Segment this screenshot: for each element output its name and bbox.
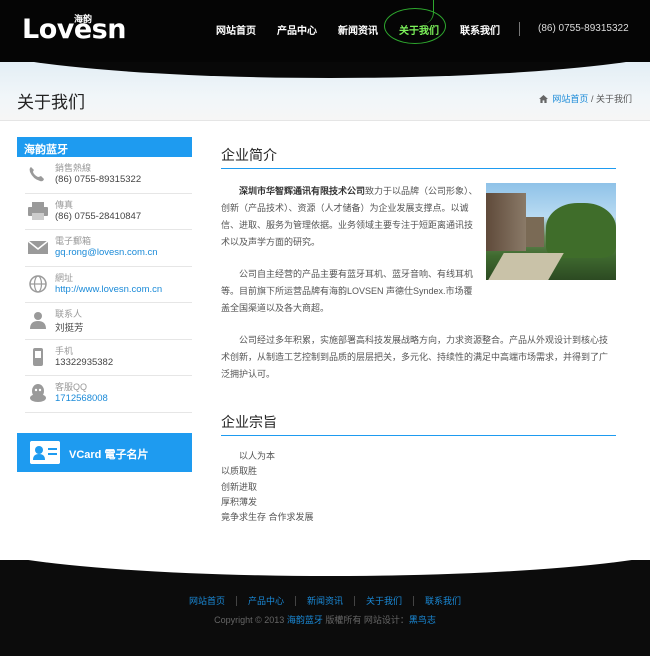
footer-nav-home[interactable]: 网站首页: [177, 596, 237, 606]
vcard-button[interactable]: VCard 電子名片: [17, 433, 192, 472]
section-title-intro: 企业简介: [221, 138, 616, 169]
vcard-label: VCard 電子名片: [69, 449, 149, 461]
tenet-item: 创新进取: [221, 481, 258, 492]
section-title-tenets: 企业宗旨: [221, 405, 616, 436]
copyright-rights: 版權所有 网站设计：: [325, 615, 409, 625]
contact-website: 網址 http://www.lovesn.com.cn: [25, 267, 192, 303]
footer-nav-contact[interactable]: 联系我们: [414, 596, 472, 606]
header-phone: (86) 0755-89315322: [538, 23, 629, 34]
fax-icon: [28, 201, 48, 220]
sidebar: 海韵蓝牙 銷售熱線 (86) 0755-89315322 傳真 (86) 075…: [17, 137, 192, 413]
contact-label: 客服QQ: [55, 382, 88, 392]
contact-label: 傳真: [55, 199, 74, 210]
contact-email: 電子郵箱 gq.rong@lovesn.com.cn: [25, 230, 192, 267]
qq-icon: [30, 384, 46, 402]
company-building-photo: [486, 183, 616, 280]
nav-news[interactable]: 新闻资讯: [338, 22, 378, 37]
breadcrumb-current: 关于我们: [595, 94, 632, 104]
footer-nav-news[interactable]: 新闻资讯: [295, 596, 355, 606]
copyright: Copyright © 2013 海韵蓝牙 版權所有 网站设计：黑鸟志: [0, 613, 650, 626]
contact-label: 網址: [55, 272, 74, 283]
nav-active-swoosh: [412, 0, 434, 24]
nav-home[interactable]: 网站首页: [216, 22, 256, 37]
designer-link[interactable]: 黑鸟志: [409, 615, 436, 625]
contact-label: 手机: [55, 345, 74, 356]
sidebar-title: 海韵蓝牙: [17, 137, 192, 157]
contact-mobile: 手机 13322935382: [25, 340, 192, 376]
page-title: 关于我们: [17, 93, 85, 112]
footer-nav-about[interactable]: 关于我们: [355, 596, 415, 606]
company-name: 深圳市华智辉通讯有限技术公司: [239, 186, 366, 196]
contact-qq: 客服QQ 1712568008: [25, 376, 192, 413]
intro-section: 深圳市华智辉通讯有限技术公司致力于以品牌（公司形象）、创新（产品技术）、资源（人…: [221, 183, 616, 383]
mail-icon: [27, 240, 49, 254]
breadcrumb-separator: /: [590, 94, 594, 104]
main-content: 企业简介 深圳市华智辉通讯有限技术公司致力于以品牌（公司形象）、创新（产品技术）…: [221, 138, 616, 525]
contact-value: 刘挺芳: [55, 323, 84, 334]
breadcrumb-home[interactable]: 网站首页: [552, 94, 588, 104]
contact-value: (86) 0755-28410847: [55, 210, 142, 222]
vcard-icon: [30, 441, 60, 464]
email-link[interactable]: gq.rong@lovesn.com.cn: [55, 247, 158, 258]
contact-sales-phone: 銷售熱線 (86) 0755-89315322: [25, 157, 192, 194]
footer-nav: 网站首页 产品中心 新闻资讯 关于我们 联系我们: [0, 594, 650, 607]
page-banner: 关于我们 网站首页 / 关于我们: [0, 62, 650, 120]
site-footer: 网站首页 产品中心 新闻资讯 关于我们 联系我们 Copyright © 2013 海韵…: [0, 560, 650, 656]
divider: [0, 120, 650, 121]
intro-paragraph-2: 公司自主经营的产品主要有蓝牙耳机、蓝牙音响、有线耳机等。目前旗下所运营品牌有海韵…: [221, 269, 474, 313]
footer-nav-products[interactable]: 产品中心: [236, 596, 296, 606]
intro-paragraph-3: 公司经过多年积累，实施部署高科技发展战略方向，力求资源整合。产品从外观设计到核心…: [221, 335, 609, 379]
qq-link[interactable]: 1712568008: [55, 393, 108, 404]
contact-label: 銷售熱線: [55, 163, 92, 173]
breadcrumb: 网站首页 / 关于我们: [538, 92, 632, 105]
tenet-item: 以质取胜: [221, 466, 258, 477]
copyright-brand-link[interactable]: 海韵蓝牙: [287, 615, 323, 625]
mobile-icon: [33, 347, 43, 366]
home-icon: [538, 95, 548, 103]
site-header: Lovesn 海韵 网站首页 产品中心 新闻资讯 关于我们 联系我们 (86) …: [0, 0, 650, 62]
contact-value: (86) 0755-89315322: [55, 174, 142, 185]
footer-wave: [0, 560, 650, 576]
user-icon: [30, 312, 46, 329]
contact-label: 联系人: [55, 309, 83, 319]
nav-divider: [519, 22, 520, 36]
contact-label: 電子郵箱: [55, 236, 92, 246]
banner-wave: [0, 62, 650, 78]
tenet-item: 厚积薄发: [221, 496, 258, 507]
globe-icon: [29, 274, 47, 293]
intro-paragraph-1: 深圳市华智辉通讯有限技术公司致力于以品牌（公司形象）、创新（产品技术）、资源（人…: [221, 183, 479, 251]
tenet-item: 以人为本: [239, 451, 276, 461]
nav-contact[interactable]: 联系我们: [460, 22, 500, 37]
website-link[interactable]: http://www.lovesn.com.cn: [55, 284, 162, 295]
contact-person: 联系人 刘挺芳: [25, 303, 192, 340]
phone-icon: [29, 167, 44, 182]
contact-value: 13322935382: [55, 356, 114, 368]
tenets-list: 以人为本 以质取胜 创新进取 厚积薄发 竟争求生存 合作求发展: [221, 449, 616, 525]
contact-fax: 傳真 (86) 0755-28410847: [25, 194, 192, 230]
copyright-prefix: Copyright © 2013: [214, 615, 285, 625]
tenet-item: 竟争求生存 合作求发展: [221, 512, 314, 523]
nav-products[interactable]: 产品中心: [277, 22, 317, 37]
